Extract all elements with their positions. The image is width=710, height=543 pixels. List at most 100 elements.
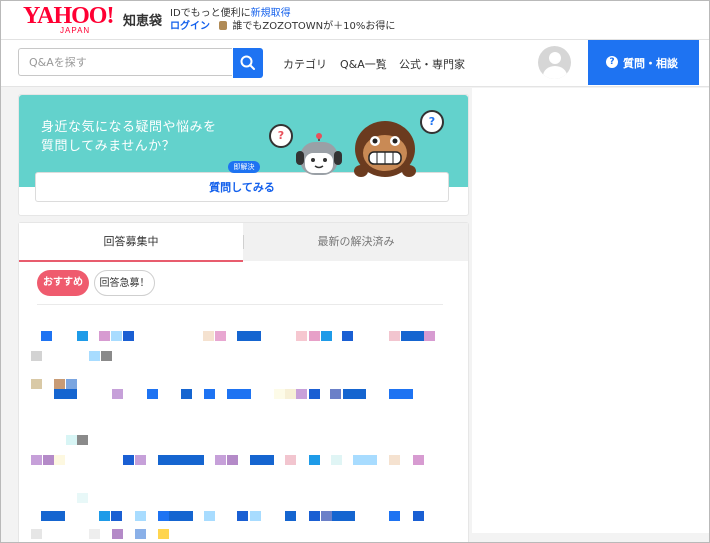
censored-question-block[interactable] xyxy=(123,331,134,341)
censored-question-block[interactable] xyxy=(54,389,77,399)
navigation-bar: Q&Aを探す カテゴリ Q&A一覧 公式・専門家 ? 質問・相談 xyxy=(1,40,709,87)
censored-question-block[interactable] xyxy=(135,455,146,465)
censored-question-block[interactable] xyxy=(31,529,42,539)
censored-question-block[interactable] xyxy=(43,455,54,465)
service-name[interactable]: 知恵袋 xyxy=(123,10,162,29)
nav-official-expert-link[interactable]: 公式・専門家 xyxy=(399,56,465,72)
censored-question-block[interactable] xyxy=(204,389,215,399)
censored-question-block[interactable] xyxy=(285,455,296,465)
censored-question-block[interactable] xyxy=(41,511,65,521)
censored-question-block[interactable] xyxy=(112,389,123,399)
censored-question-block[interactable] xyxy=(147,389,158,399)
banner-line-2: 質問してみませんか？ xyxy=(41,139,176,154)
censored-question-block[interactable] xyxy=(321,511,332,521)
censored-question-block[interactable] xyxy=(296,331,307,341)
login-link[interactable]: ログイン xyxy=(170,21,210,32)
censored-question-block[interactable] xyxy=(309,511,320,521)
question-tabs: 回答募集中 最新の解決済み xyxy=(19,223,468,262)
censored-question-block[interactable] xyxy=(215,455,226,465)
censored-question-block[interactable] xyxy=(237,331,261,341)
banner-line-1: 身近な気になる疑問や悩みを xyxy=(41,120,217,135)
censored-question-block[interactable] xyxy=(227,455,238,465)
censored-question-block[interactable] xyxy=(321,331,332,341)
censored-question-block[interactable] xyxy=(123,455,134,465)
tab-open-questions[interactable]: 回答募集中 xyxy=(19,223,243,262)
censored-question-block[interactable] xyxy=(332,511,355,521)
yahoo-japan-logo[interactable]: YAHOO! JAPAN xyxy=(23,4,119,36)
censored-question-block[interactable] xyxy=(353,455,377,465)
robot-question-bubble-icon: ? xyxy=(269,124,293,148)
censored-question-block[interactable] xyxy=(111,511,122,521)
censored-question-block[interactable] xyxy=(250,511,261,521)
censored-question-block[interactable] xyxy=(41,331,52,341)
censored-question-block[interactable] xyxy=(389,455,400,465)
instant-answer-badge: 即解決 xyxy=(228,161,260,173)
zozo-promo-text[interactable]: 誰でもZOZOTOWNが＋10%お得に xyxy=(232,21,395,32)
censored-question-block[interactable] xyxy=(413,511,424,521)
tab-resolved-questions[interactable]: 最新の解決済み xyxy=(244,223,468,261)
censored-question-block[interactable] xyxy=(309,331,320,341)
avatar-icon[interactable] xyxy=(538,46,571,79)
censored-question-block[interactable] xyxy=(77,331,88,341)
censored-question-block[interactable] xyxy=(111,331,122,341)
censored-question-block[interactable] xyxy=(31,455,42,465)
censored-question-block[interactable] xyxy=(331,455,342,465)
censored-question-block[interactable] xyxy=(54,455,65,465)
censored-question-block[interactable] xyxy=(158,455,204,465)
censored-question-block[interactable] xyxy=(389,389,413,399)
search-button[interactable] xyxy=(233,48,263,78)
censored-question-block[interactable] xyxy=(389,511,400,521)
censored-question-block[interactable] xyxy=(66,435,77,445)
censored-question-block[interactable] xyxy=(309,389,320,399)
censored-question-block[interactable] xyxy=(77,493,88,503)
censored-question-block[interactable] xyxy=(389,331,400,341)
censored-question-block[interactable] xyxy=(342,331,353,341)
censored-question-block[interactable] xyxy=(158,529,169,539)
logo-main-text: YAHOO! xyxy=(23,3,114,29)
filter-recommended[interactable]: おすすめ xyxy=(37,270,89,296)
logo-sub-text: JAPAN xyxy=(60,26,91,35)
censored-question-block[interactable] xyxy=(274,389,285,399)
censored-question-block[interactable] xyxy=(203,331,214,341)
censored-question-block[interactable] xyxy=(66,379,77,389)
censored-question-block[interactable] xyxy=(89,351,100,361)
censored-question-block[interactable] xyxy=(169,511,193,521)
ask-question-button[interactable]: ? 質問・相談 xyxy=(588,40,699,85)
censored-question-block[interactable] xyxy=(54,379,65,389)
gorilla-mascot-icon xyxy=(354,121,416,177)
censored-question-block[interactable] xyxy=(309,455,320,465)
censored-question-block[interactable] xyxy=(31,351,42,361)
question-circle-icon: ? xyxy=(606,56,618,68)
right-sidebar xyxy=(472,88,709,533)
nav-category-link[interactable]: カテゴリ xyxy=(283,56,327,72)
censored-question-block[interactable] xyxy=(413,455,424,465)
censored-question-block[interactable] xyxy=(99,331,110,341)
censored-question-block[interactable] xyxy=(424,331,435,341)
censored-question-block[interactable] xyxy=(99,511,110,521)
censored-question-block[interactable] xyxy=(135,511,146,521)
censored-question-block[interactable] xyxy=(343,389,366,399)
question-list-panel: 回答募集中 最新の解決済み おすすめ 回答急募！ xyxy=(18,222,469,542)
censored-question-block[interactable] xyxy=(158,511,169,521)
censored-question-block[interactable] xyxy=(285,511,296,521)
censored-question-block[interactable] xyxy=(296,389,307,399)
censored-question-block[interactable] xyxy=(77,435,88,445)
search-icon xyxy=(240,55,255,70)
censored-question-block[interactable] xyxy=(330,389,341,399)
censored-question-block[interactable] xyxy=(401,331,424,341)
censored-question-block[interactable] xyxy=(101,351,112,361)
censored-question-block[interactable] xyxy=(237,511,248,521)
censored-question-block[interactable] xyxy=(31,379,42,389)
censored-question-block[interactable] xyxy=(112,529,123,539)
censored-question-block[interactable] xyxy=(215,331,226,341)
censored-question-block[interactable] xyxy=(204,511,215,521)
search-input[interactable]: Q&Aを探す xyxy=(18,48,232,76)
censored-question-block[interactable] xyxy=(227,389,251,399)
filter-urgent[interactable]: 回答急募！ xyxy=(94,270,155,296)
censored-question-block[interactable] xyxy=(285,389,296,399)
censored-question-block[interactable] xyxy=(181,389,192,399)
censored-question-block[interactable] xyxy=(250,455,274,465)
censored-question-block[interactable] xyxy=(135,529,146,539)
censored-question-block[interactable] xyxy=(89,529,100,539)
nav-qa-list-link[interactable]: Q&A一覧 xyxy=(340,56,387,72)
